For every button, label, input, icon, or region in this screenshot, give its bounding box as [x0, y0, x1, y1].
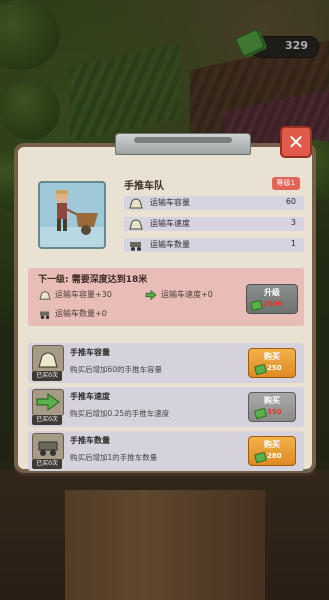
- purchase-card-capacity: 已买0次 手推车容量 购买后增加60的手推车容量 购买 250: [28, 343, 304, 383]
- buy-cost: 250: [267, 364, 282, 372]
- level-badge: 等级1: [271, 177, 300, 190]
- clipboard-clip: [115, 133, 251, 155]
- stat-label: 运输车容量: [150, 198, 190, 207]
- cart-count-icon: [130, 242, 141, 251]
- buy-label: 购买: [264, 440, 280, 449]
- buy-count-button[interactable]: 购买 280: [248, 436, 296, 466]
- next-level-box: 下一级: 需要深度达到18米 运输车容量+30 运输车速度+0 运输车数量+0 …: [28, 268, 304, 326]
- panel-body: 手推车队 等级1 运输车容量 60 运输车速度 3 运输车数量 1 下一级: 需…: [14, 143, 316, 473]
- next-level-title: 下一级: 需要深度达到18米: [38, 275, 148, 285]
- buy-label: 购买: [264, 396, 280, 405]
- item-name: 手推车速度: [70, 392, 110, 401]
- item-description: 购买后增加0.25的手推车速度: [70, 409, 170, 418]
- stat-row-count: 运输车数量 1: [124, 238, 304, 252]
- purchase-card-speed: 已买0次 手推车速度 购买后增加0.25的手推车速度 购买 350: [28, 387, 304, 427]
- worker-with-cart-avatar: [38, 181, 106, 249]
- purchase-card-count: 已买0次 手推车数量 购买后增加1的手推车数量 购买 280: [28, 431, 304, 471]
- item-name: 手推车容量: [70, 348, 110, 357]
- bought-count: 已买0次: [32, 371, 62, 381]
- cash-icon: [254, 407, 267, 420]
- next-speed: 运输车速度+0: [144, 289, 213, 300]
- stat-row-speed: 运输车速度 3: [124, 217, 304, 231]
- buy-speed-button[interactable]: 购买 350: [248, 392, 296, 422]
- stat-label: 运输车数量: [150, 240, 190, 249]
- stat-value: 1: [290, 239, 296, 248]
- bought-count: 已买0次: [32, 415, 62, 425]
- cart-capacity-icon: [39, 290, 51, 300]
- upgrade-button[interactable]: 升级 2500: [246, 284, 298, 314]
- cash-icon: [250, 299, 263, 312]
- buy-cost: 280: [267, 452, 282, 460]
- next-count: 运输车数量+0: [38, 308, 107, 319]
- cart-count-icon: [40, 311, 50, 319]
- cash-icon: [254, 363, 267, 376]
- item-name: 手推车数量: [70, 436, 110, 445]
- next-count-text: 运输车数量+0: [55, 309, 107, 318]
- speed-arrow-icon: [145, 289, 157, 300]
- next-speed-text: 运输车速度+0: [161, 290, 213, 299]
- cart-capacity-icon: [32, 345, 64, 372]
- next-capacity-text: 运输车容量+30: [55, 290, 112, 299]
- item-description: 购买后增加60的手推车容量: [70, 365, 163, 374]
- close-button[interactable]: ✕: [280, 126, 312, 158]
- stat-row-capacity: 运输车容量 60: [124, 196, 304, 210]
- item-description: 购买后增加1的手推车数量: [70, 453, 158, 462]
- buy-cost: 350: [267, 408, 282, 416]
- cart-count-icon: [32, 433, 64, 460]
- next-capacity: 运输车容量+30: [38, 289, 112, 300]
- cart-capacity-icon: [129, 198, 143, 209]
- buy-capacity-button[interactable]: 购买 250: [248, 348, 296, 378]
- stat-value: 60: [285, 197, 296, 206]
- stat-label: 运输车速度: [150, 219, 190, 228]
- upgrade-label: 升级: [264, 288, 280, 297]
- cart-speed-icon: [129, 219, 143, 230]
- close-icon: ✕: [287, 130, 305, 154]
- cart-team-panel: ✕ 手推车队 等级1 运输车容量 60 运输车速度 3 运输车数量 1 下一级:…: [14, 126, 316, 473]
- buy-label: 购买: [264, 352, 280, 361]
- upgrade-cost: 2500: [263, 300, 283, 308]
- panel-title: 手推车队: [124, 181, 164, 192]
- bought-count: 已买0次: [32, 459, 62, 469]
- speed-arrow-icon: [32, 389, 64, 416]
- stat-value: 3: [290, 218, 296, 227]
- cash-icon: [254, 451, 267, 464]
